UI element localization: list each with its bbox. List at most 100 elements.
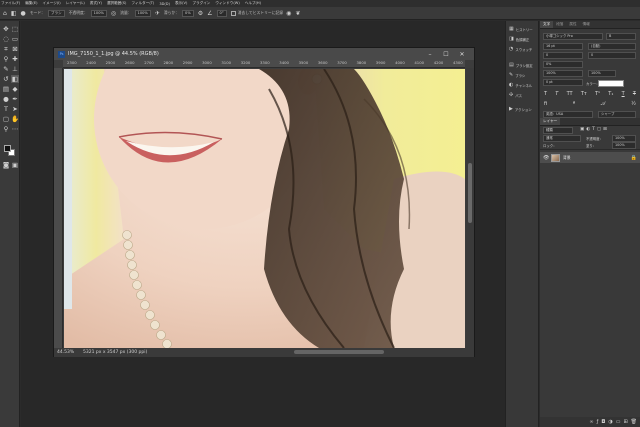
tab-layers[interactable]: レイヤー <box>540 118 561 125</box>
more-tools-icon[interactable]: ⋯ <box>11 125 19 133</box>
tab-properties[interactable]: 属性 <box>566 21 579 28</box>
strikethrough-icon[interactable]: T <box>633 91 636 99</box>
tab-info[interactable]: 情報 <box>580 21 593 28</box>
home-icon[interactable]: ⌂ <box>3 10 7 17</box>
foreground-color-swatch[interactable] <box>4 145 11 152</box>
faux-italic-icon[interactable]: T <box>555 91 558 99</box>
vertical-scrollbar[interactable] <box>466 68 474 348</box>
mini-actions[interactable]: ▶ アクション <box>509 105 532 113</box>
shape-tool-icon[interactable]: ▢ <box>2 115 10 123</box>
menu-type[interactable]: 書式(Y) <box>90 1 102 6</box>
mask-icon[interactable]: ◘ <box>601 419 605 425</box>
dodge-tool-icon[interactable]: ● <box>2 95 10 103</box>
underline-icon[interactable]: T <box>622 91 625 99</box>
menu-layer[interactable]: レイヤー(L) <box>66 1 85 6</box>
menu-file[interactable]: ファイル(F) <box>1 1 20 6</box>
symmetry-icon[interactable]: ❦ <box>295 10 300 17</box>
superscript-icon[interactable]: T¹ <box>595 91 600 99</box>
frame-tool-icon[interactable]: ⊠ <box>11 45 19 53</box>
menu-edit[interactable]: 編集(E) <box>25 1 37 6</box>
mini-brushes[interactable]: ✎ ブラシ <box>509 71 525 79</box>
blur-tool-icon[interactable]: ◆ <box>11 85 19 93</box>
gradient-tool-icon[interactable]: ▤ <box>2 85 10 93</box>
baseline-shift-field[interactable]: 0 pt <box>543 79 583 86</box>
stamp-tool-icon[interactable]: ⊥ <box>11 65 19 73</box>
flow-field[interactable]: 100% <box>134 9 151 17</box>
adjustment-layer-icon[interactable]: ◑ <box>608 419 612 425</box>
eye-icon[interactable]: 👁 <box>543 155 551 161</box>
language-select[interactable]: 英語：USA <box>543 111 593 118</box>
mini-brush-settings[interactable]: ▤ ブラシ設定 <box>509 61 533 69</box>
move-tool-icon[interactable]: ✥ <box>2 25 10 33</box>
brush-preset-icon[interactable]: ● <box>20 10 25 17</box>
zoom-tool-icon[interactable]: ⚲ <box>2 125 10 133</box>
document-image[interactable] <box>64 69 465 348</box>
all-caps-icon[interactable]: TT <box>567 91 573 99</box>
mini-channels[interactable]: ◐ チャンネル <box>509 81 532 89</box>
angle-field[interactable]: 0° <box>216 9 227 17</box>
crop-tool-icon[interactable]: ⌗ <box>2 45 10 53</box>
screen-mode-icon[interactable]: ▣ <box>11 161 19 169</box>
healing-tool-icon[interactable]: ✚ <box>11 55 19 63</box>
close-icon[interactable]: ✕ <box>454 51 470 58</box>
menu-select[interactable]: 選択範囲(S) <box>107 1 126 6</box>
ordinal-icon[interactable]: ª <box>573 101 575 109</box>
eraser-tool-icon-active[interactable]: ◧ <box>11 75 19 83</box>
subscript-icon[interactable]: T₁ <box>608 91 613 99</box>
tab-character[interactable]: 文字 <box>540 21 554 28</box>
minimize-icon[interactable]: – <box>422 51 438 58</box>
link-layers-icon[interactable]: ∞ <box>589 419 593 425</box>
antialias-select[interactable]: シャープ <box>598 111 636 118</box>
type-tool-icon[interactable]: T <box>2 105 10 113</box>
document-size-info[interactable]: 5321 px x 3547 px (300 ppi) <box>83 350 147 355</box>
pressure-opacity-icon[interactable]: ◎ <box>111 10 116 17</box>
marquee-tool-icon[interactable]: ▭ <box>11 35 19 43</box>
small-caps-icon[interactable]: Tт <box>581 91 587 99</box>
airbrush-icon[interactable]: ✈ <box>155 10 160 17</box>
kerning-field[interactable]: 0 <box>543 52 583 59</box>
layer-filter-icons[interactable]: ▣◐T▢⊞ <box>580 127 609 132</box>
proportional-spacing-field[interactable]: 0% <box>543 61 583 68</box>
layer-row-background[interactable]: 👁 背景 🔒 <box>540 152 640 163</box>
pen-tool-icon[interactable]: ✒ <box>11 95 19 103</box>
menu-image[interactable]: イメージ(I) <box>43 1 61 6</box>
swash-icon[interactable]: 𝒜 <box>601 101 606 109</box>
mini-paths[interactable]: ✣ パス <box>509 91 522 99</box>
trash-icon[interactable]: 🗑 <box>631 419 637 425</box>
maximize-icon[interactable]: ☐ <box>438 51 454 58</box>
fx-icon[interactable]: ƒ <box>597 419 599 425</box>
lasso-tool-icon[interactable]: ◌ <box>2 35 10 43</box>
history-checkbox[interactable] <box>230 10 236 16</box>
ligature-icon[interactable]: ﬁ <box>544 101 547 109</box>
tab-paragraph[interactable]: 段落 <box>553 21 566 28</box>
artboard-tool-icon[interactable]: ⬚ <box>11 25 19 33</box>
gear-icon[interactable]: ⚙ <box>198 10 203 17</box>
new-layer-icon[interactable]: ⊞ <box>623 419 627 425</box>
eraser-tool-icon[interactable]: ◧ <box>11 10 17 17</box>
layer-opacity-field[interactable]: 100% <box>612 135 636 142</box>
group-icon[interactable]: ▭ <box>616 419 621 425</box>
leading-field[interactable]: (自動) <box>588 43 636 50</box>
font-size-field[interactable]: 16 pt <box>543 43 583 50</box>
menu-3d[interactable]: 3D(D) <box>159 2 170 6</box>
menu-plugins[interactable]: プラグイン <box>192 1 210 6</box>
pressure-size-icon[interactable]: ◉ <box>286 10 291 17</box>
mode-select[interactable]: ブラシ <box>47 9 65 17</box>
brush-tool-icon[interactable]: ✎ <box>2 65 10 73</box>
horizontal-ruler[interactable]: 2300 2400 2500 2600 2700 2800 2900 3000 3100 3200… <box>63 60 465 68</box>
smoothing-field[interactable]: 0% <box>182 9 194 17</box>
menu-view[interactable]: 表示(V) <box>175 1 187 6</box>
mini-history[interactable]: ▦ ヒストリー <box>509 25 533 33</box>
vertical-scroll-thumb[interactable] <box>468 163 472 223</box>
mini-adjustments[interactable]: ◨ 色調補正 <box>509 35 529 43</box>
hand-tool-icon[interactable]: ✋ <box>11 115 19 123</box>
horizontal-scroll-thumb[interactable] <box>294 350 384 354</box>
font-style-select[interactable]: B <box>606 33 636 40</box>
vertical-scale-field[interactable]: 100% <box>543 70 583 77</box>
zoom-level[interactable]: 44.53% <box>57 350 83 355</box>
menu-window[interactable]: ウィンドウ(W) <box>215 1 239 6</box>
fraction-icon[interactable]: ½ <box>631 101 636 109</box>
history-brush-icon[interactable]: ↺ <box>2 75 10 83</box>
eyedropper-tool-icon[interactable]: ⚲ <box>2 55 10 63</box>
document-titlebar[interactable]: Ps IMG_7150_1_1.jpg @ 44.5% (RGB/8) – ☐ … <box>54 48 474 60</box>
